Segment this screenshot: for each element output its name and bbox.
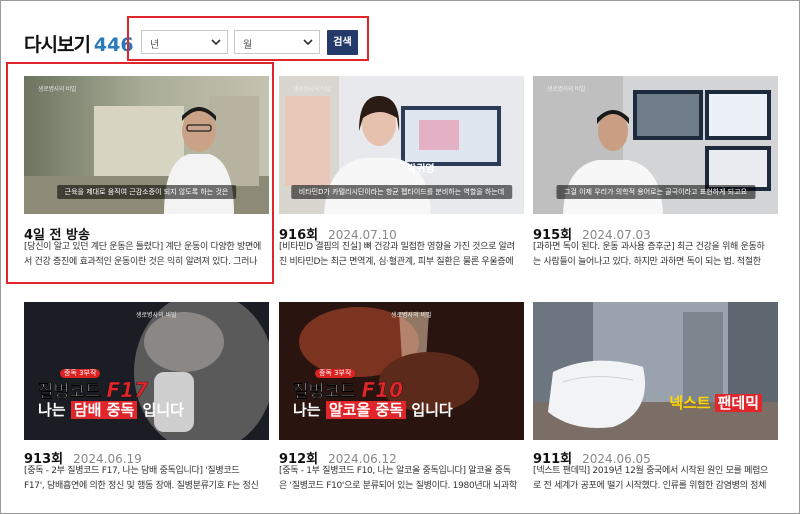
speaker-nameplate: 박귀영 xyxy=(407,164,435,175)
episode-description-2: [비타민D 결핍의 진실] 뼈 건강과 밀접한 영향을 가진 것으로 알려진 비… xyxy=(279,242,515,267)
episode-description-6: [넥스트 팬데믹] 2019년 12월 중국에서 시작된 원인 모를 폐렴으로 … xyxy=(533,466,769,491)
subtitle-caption: 비타민D가 카텔리시딘이라는 항균 펩타이드를 분비하는 역할을 하는데 xyxy=(290,185,513,199)
search-button[interactable]: 검색 xyxy=(327,30,358,55)
disease-code: F17 xyxy=(106,377,148,402)
year-select-label: 년 xyxy=(150,40,160,51)
title-line1: 질병코드 xyxy=(38,381,101,402)
month-select[interactable]: 월 xyxy=(234,30,320,54)
episode-thumbnail-2[interactable]: 생로병사의 비밀 박귀영 비타민D가 카텔리시딘이라는 항균 펩타이드를 분비하… xyxy=(279,76,524,214)
thumbnail-title: 중독 3부작 질병코드 F10 나는 알코올 중독 입니다 xyxy=(293,362,453,419)
title-word1: 넥스트 xyxy=(669,394,711,412)
month-select-label: 월 xyxy=(243,40,253,51)
title-prefix: 나는 xyxy=(293,400,321,419)
disease-code: F10 xyxy=(361,377,403,402)
title-line1: 질병코드 xyxy=(293,381,356,402)
title-highlight: 담배 중독 xyxy=(70,400,138,419)
program-logo: 생로병사의 비밀 xyxy=(38,86,77,93)
chevron-down-icon xyxy=(303,39,313,46)
episode-thumbnail-5[interactable]: 생로병사의 비밀 중독 3부작 질병코드 F10 나는 알코올 중독 입니다 xyxy=(279,302,524,440)
episode-thumbnail-1[interactable]: 생로병사의 비밀 근육을 제대로 움직여 근감소증이 되지 않도록 하는 것은 xyxy=(24,76,269,214)
thumbnail-title: 중독 3부작 질병코드 F17 나는 담배 중독 입니다 xyxy=(38,362,184,419)
episode-description-1: [당신이 알고 있던 계단 운동은 틀렸다] 계단 운동이 다양한 방면에서 건… xyxy=(24,242,261,267)
program-logo: 생로병사의 비밀 xyxy=(293,86,332,93)
episode-description-5: [중독 - 1부 질병코드 F10, 나는 알코올 중독입니다] 알코올 중독은… xyxy=(279,466,517,491)
episode-thumbnail-6[interactable]: 넥스트 팬데믹 xyxy=(533,302,778,440)
title-suffix: 입니다 xyxy=(142,400,184,419)
thumbnail-image xyxy=(533,302,778,440)
episode-thumbnail-4[interactable]: 생로병사의 비밀 중독 3부작 질병코드 F17 나는 담배 중독 입니다 xyxy=(24,302,269,440)
chevron-down-icon xyxy=(211,39,221,46)
program-logo: 생로병사의 비밀 xyxy=(391,312,432,319)
page-title-text: 다시보기 xyxy=(24,34,91,56)
series-badge: 중독 3부작 xyxy=(60,369,101,379)
title-word2: 팬데믹 xyxy=(714,394,762,412)
program-logo: 생로병사의 비밀 xyxy=(547,86,586,93)
program-logo: 생로병사의 비밀 xyxy=(136,312,177,319)
episode-description-4: [중독 - 2부 질병코드 F17, 나는 담배 중독입니다] '질병코드 F1… xyxy=(24,466,259,491)
title-highlight: 알코올 중독 xyxy=(325,400,407,419)
page-title: 다시보기 446 xyxy=(24,30,134,57)
title-suffix: 입니다 xyxy=(411,400,453,419)
title-prefix: 나는 xyxy=(38,400,66,419)
episode-thumbnail-3[interactable]: 생로병사의 비밀 그걸 이제 우리가 의학적 용어로는 골극이라고 표현하게 되… xyxy=(533,76,778,214)
subtitle-caption: 근육을 제대로 움직여 근감소증이 되지 않도록 하는 것은 xyxy=(56,185,237,199)
thumbnail-title: 넥스트 팬데믹 xyxy=(669,392,762,413)
episode-description-3: [과하면 독이 된다. 운동 과사용 증후군] 최근 건강을 위해 운동하는 사… xyxy=(533,242,765,267)
subtitle-caption: 그걸 이제 우리가 의학적 용어로는 골극이라고 표현하게 되고요 xyxy=(555,185,756,199)
series-badge: 중독 3부작 xyxy=(315,369,356,379)
year-select[interactable]: 년 xyxy=(141,30,228,54)
